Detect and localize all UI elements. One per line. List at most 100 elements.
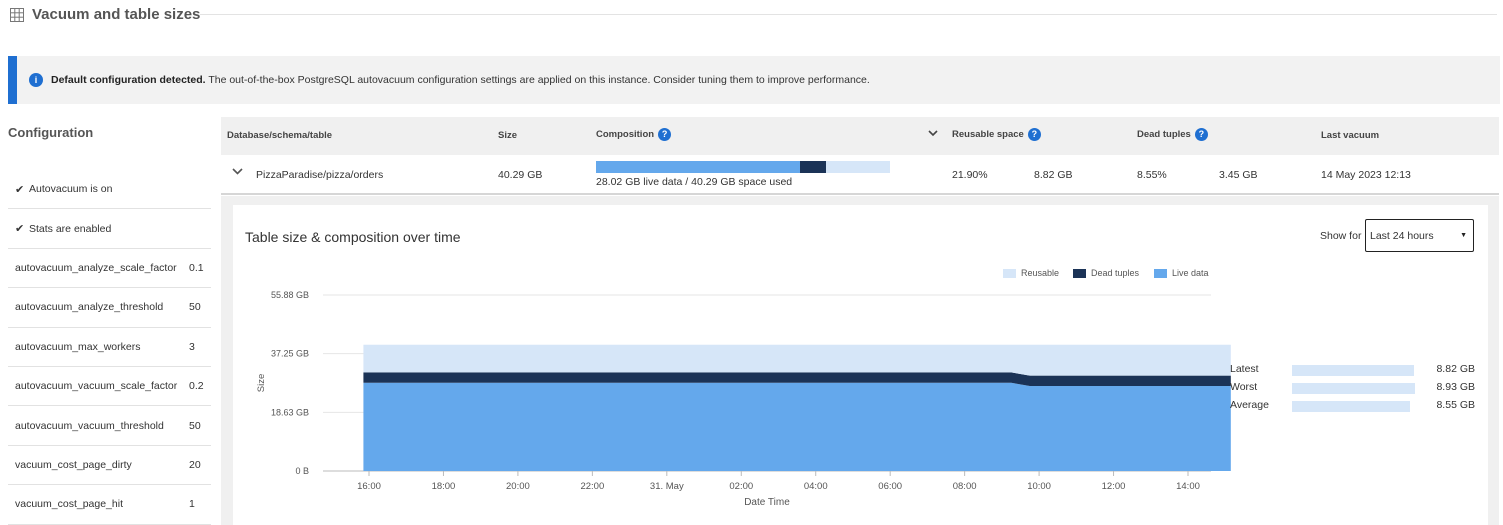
stat-latest: Latest 8.82 GB [1230,363,1480,381]
x-tick-label: 06:00 [878,481,902,492]
config-setting-row: autovacuum_vacuum_threshold 50 [8,406,211,446]
x-tick-label: 20:00 [506,481,530,492]
stat-bar [1292,383,1416,394]
stat-label: Worst [1230,381,1258,393]
stat-bar [1292,365,1414,376]
composition-bar [596,161,890,173]
stat-value: 8.55 GB [1436,399,1475,411]
x-tick-label: 14:00 [1176,481,1200,492]
stat-worst: Worst 8.93 GB [1230,381,1480,399]
config-setting-value: 0.2 [189,380,204,393]
row-last-vacuum: 14 May 2023 12:13 [1321,169,1411,181]
banner-text: The out-of-the-box PostgreSQL autovacuum… [205,74,870,86]
x-tick-label: 08:00 [953,481,977,492]
x-tick-label: 31. May [650,481,684,492]
composition-sort-chevron[interactable] [928,129,938,140]
config-setting-name: autovacuum_analyze_threshold [15,301,164,314]
column-header-composition[interactable]: Composition? [596,128,672,141]
checkmark-icon: ✔ [15,223,25,236]
column-header-table[interactable]: Database/schema/table [227,130,332,141]
table-header: Database/schema/table Size Composition? … [221,117,1499,155]
x-tick-label: 22:00 [580,481,604,492]
section-header: Vacuum and table sizes [0,0,1503,32]
y-axis-title: Size [256,374,267,392]
config-setting-row: vacuum_cost_page_hit 1 [8,485,211,525]
config-setting-value: 50 [189,419,201,432]
checkmark-icon: ✔ [15,183,25,196]
stat-label: Average [1230,399,1269,411]
dropdown-caret-icon: ▼ [1460,232,1467,239]
column-header-label: Reusable space [952,129,1024,141]
x-tick-label: 16:00 [357,481,381,492]
time-range-select[interactable]: Last 24 hours ▼ [1365,219,1474,252]
config-check-label: Stats are enabled [29,222,112,235]
y-tick-label: 0 B [295,466,309,476]
help-icon[interactable]: ? [1194,128,1208,141]
banner-message: Default configuration detected. The out-… [51,74,870,86]
size-composition-chart: 0 B 18.63 GB 37.25 GB 55.88 GB 16:00 18:00 20:… [256,290,1231,508]
time-range-value: Last 24 hours [1370,230,1434,242]
chart-card: Table size & composition over time Show … [233,205,1488,525]
composition-label: 28.02 GB live data / 40.29 GB space used [596,176,793,188]
x-tick-label: 18:00 [432,481,456,492]
x-tick-label: 04:00 [804,481,828,492]
row-table-name: PizzaParadise/pizza/orders [256,169,384,181]
column-header-reusable[interactable]: Reusable space? [952,128,1041,141]
x-tick-label: 10:00 [1027,481,1051,492]
config-setting-name: autovacuum_max_workers [15,340,141,353]
config-setting-value: 0.1 [189,261,204,274]
column-header-label: Dead tuples [1137,129,1191,141]
config-setting-row: autovacuum_analyze_threshold 50 [8,288,211,328]
y-tick-label: 18.63 GB [271,407,309,417]
config-setting-name: autovacuum_vacuum_threshold [15,419,164,432]
help-icon[interactable]: ? [1027,128,1041,141]
stat-bar [1292,401,1410,412]
help-icon[interactable]: ? [658,128,672,141]
table-grid-icon [10,8,24,22]
config-setting-name: autovacuum_vacuum_scale_factor [15,380,178,393]
config-setting-value: 3 [189,340,195,353]
stat-value: 8.93 GB [1436,381,1475,393]
stat-average: Average 8.55 GB [1230,399,1480,417]
row-expand-toggle[interactable] [232,167,243,179]
config-setting-row: autovacuum_vacuum_scale_factor 0.2 [8,367,211,407]
x-tick-label: 12:00 [1102,481,1126,492]
config-check-stats: ✔ Stats are enabled [8,209,211,249]
row-size: 40.29 GB [498,169,543,181]
chevron-down-icon [232,168,243,175]
config-setting-value: 20 [189,458,201,471]
reusable-stats: Latest 8.82 GB Worst 8.93 GB Average 8.5… [1230,363,1480,417]
column-header-label: Composition [596,129,655,141]
area-reusable [363,344,1231,376]
configuration-heading: Configuration [8,125,94,140]
config-setting-name: vacuum_cost_page_dirty [15,458,132,471]
column-header-dead-tuples[interactable]: Dead tuples? [1137,128,1208,141]
config-setting-value: 50 [189,301,201,314]
chevron-down-icon [928,130,938,137]
config-setting-row: autovacuum_analyze_scale_factor 0.1 [8,249,211,289]
x-tick-label: 02:00 [729,481,753,492]
composition-live-segment [596,161,801,173]
config-setting-name: vacuum_cost_page_hit [15,498,123,511]
column-header-last-vacuum[interactable]: Last vacuum [1321,130,1379,141]
config-setting-value: 1 [189,498,195,511]
section-title: Vacuum and table sizes [32,6,201,23]
stat-label: Latest [1230,363,1259,375]
y-tick-label: 37.25 GB [271,349,309,359]
section-divider [200,14,1497,15]
show-for-label: Show for [1320,230,1362,242]
default-config-banner: i Default configuration detected. The ou… [8,56,1500,104]
x-axis-title: Date Time [744,497,790,508]
row-reusable-pct: 21.90% [952,169,988,181]
area-live-data [363,382,1231,471]
column-header-size[interactable]: Size [498,130,517,141]
configuration-panel: Configuration ✔ Autovacuum is on ✔ Stats… [8,118,211,525]
config-setting-row: vacuum_cost_page_dirty 20 [8,446,211,486]
config-check-autovacuum: ✔ Autovacuum is on [8,170,211,210]
banner-bold-text: Default configuration detected. [51,74,206,86]
row-dead-size: 3.45 GB [1219,169,1258,181]
stat-value: 8.82 GB [1436,363,1475,375]
row-reusable-size: 8.82 GB [1034,169,1073,181]
table-row[interactable]: PizzaParadise/pizza/orders 40.29 GB 28.0… [221,155,1499,195]
composition-dead-segment [800,161,826,173]
